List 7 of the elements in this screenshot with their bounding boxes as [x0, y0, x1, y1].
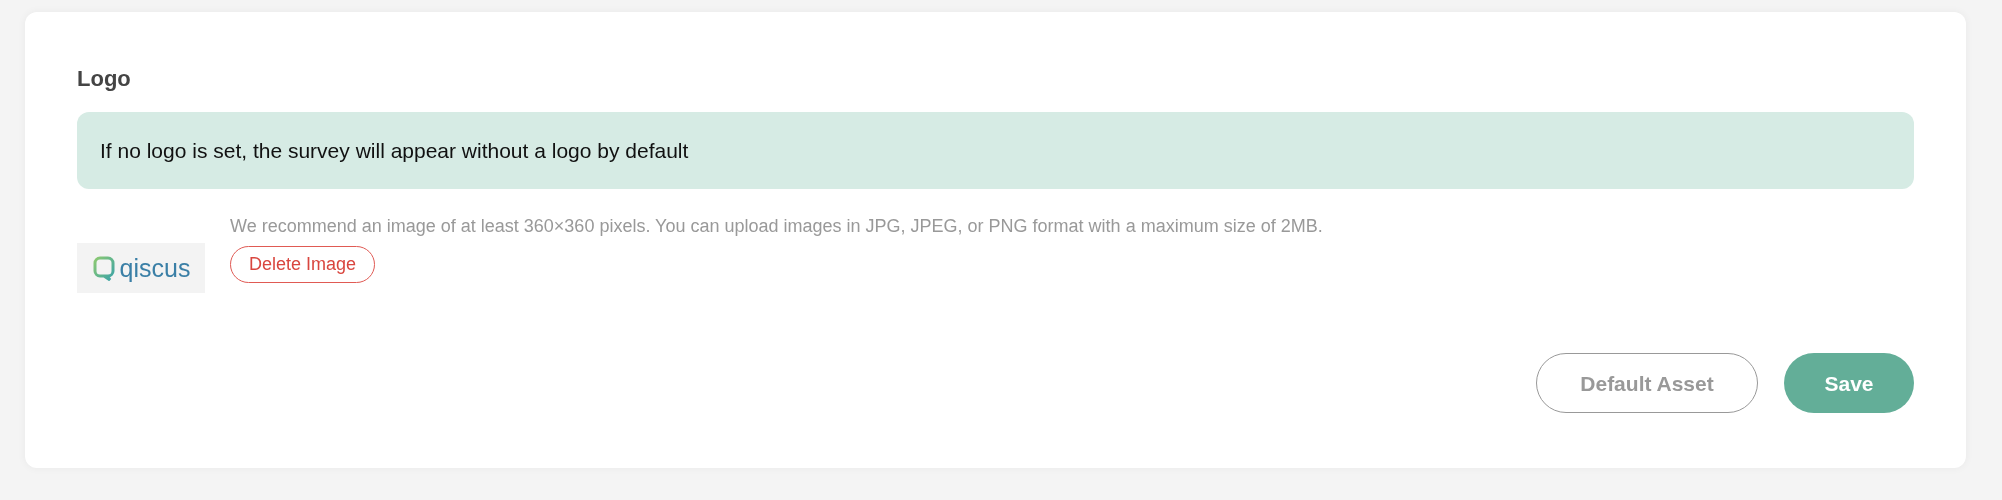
delete-image-button[interactable]: Delete Image [230, 246, 376, 284]
section-title: Logo [77, 66, 132, 93]
chat-bubble-icon [91, 255, 116, 282]
save-button[interactable]: Save [1784, 353, 1914, 414]
logo-text: qiscus [119, 255, 191, 281]
hint-text: We recommend an image of at least 360×360 pixels. You can upload images in JPG, JPEG, or PNG format with a maximum size of 2MB. [230, 215, 1323, 239]
info-alert: If no logo is set, the survey will appear without a logo by default [77, 112, 1914, 190]
